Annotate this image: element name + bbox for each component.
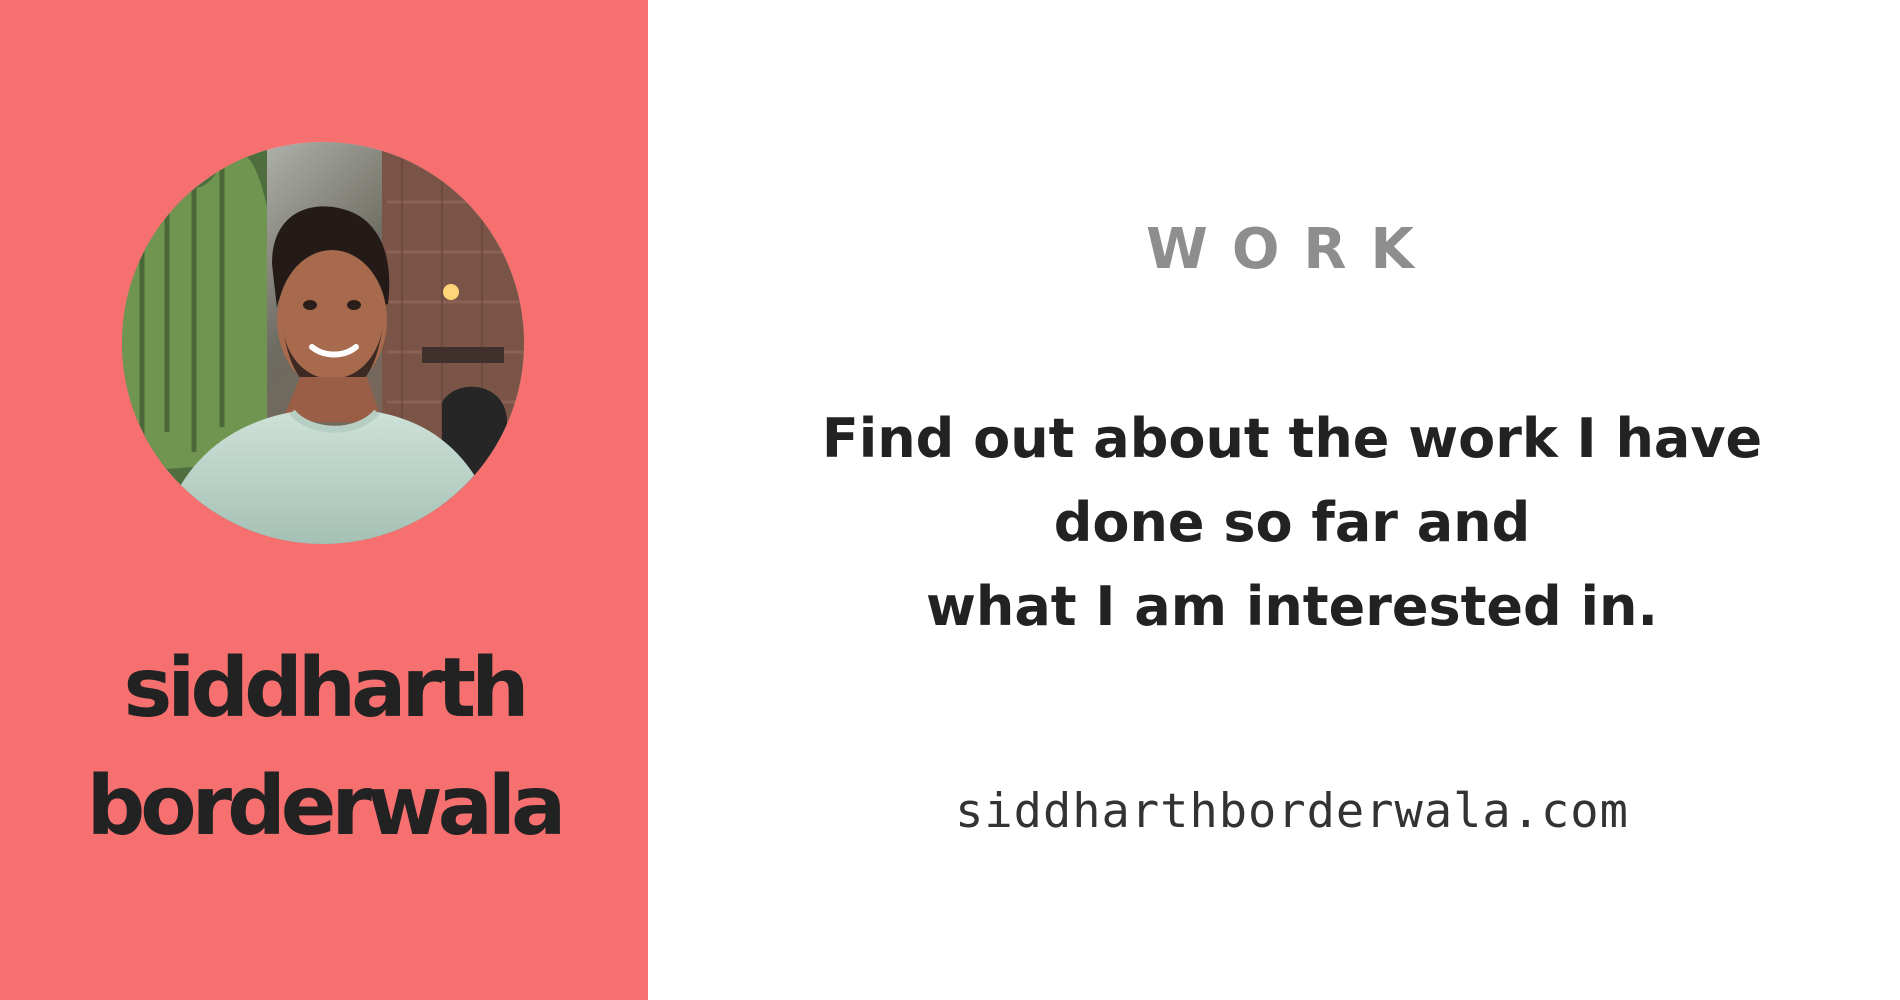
work-description-line: done so far and [1053, 491, 1531, 554]
profile-name-second-line: borderwala [86, 759, 567, 854]
section-heading: WORK [1146, 217, 1438, 282]
avatar [122, 142, 524, 544]
preview-card: siddharth borderwala WORK Find out about… [0, 0, 1900, 1000]
work-description-line: Find out about the work I have [821, 407, 1763, 470]
profile-name-first-line: siddharth [123, 641, 529, 736]
profile-photo [122, 142, 524, 544]
profile-name: siddharth borderwala [0, 630, 648, 866]
work-description: Find out about the work I have done so f… [648, 397, 1900, 649]
profile-panel: siddharth borderwala [0, 0, 648, 1000]
work-description-line: what I am interested in. [926, 575, 1658, 638]
work-summary-panel: WORK Find out about the work I have done… [648, 0, 1900, 1000]
website-url: siddharthborderwala.com [955, 784, 1629, 839]
